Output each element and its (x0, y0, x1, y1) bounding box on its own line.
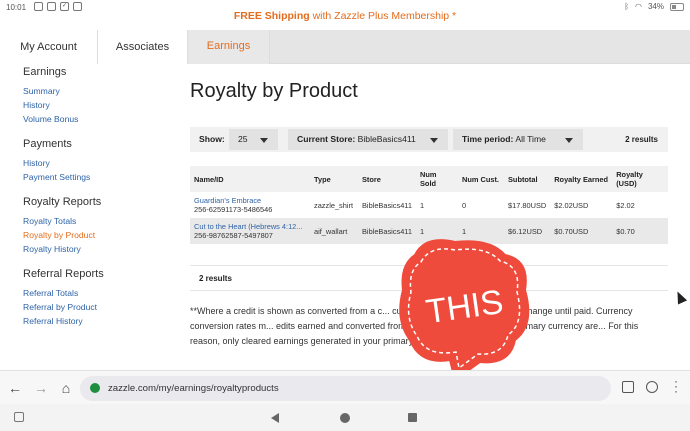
show-select[interactable]: 25 (229, 129, 278, 150)
sidebar: Earnings Summary History Volume Bonus Pa… (23, 66, 173, 340)
this-sticker: THIS (395, 230, 535, 385)
chevron-down-icon (430, 138, 438, 143)
col-name: Name/ID (190, 166, 310, 192)
mouse-cursor-icon (672, 289, 688, 305)
cell-store: BibleBasics411 (358, 192, 416, 218)
sidebar-section-payments: Payments History Payment Settings (23, 138, 173, 184)
sidebar-item-earnings-history[interactable]: History (23, 98, 173, 112)
app-icon[interactable] (14, 412, 24, 422)
cell-num-sold: 1 (416, 192, 458, 218)
filter-bar: Show: 25 Current Store: BibleBasics411 T… (190, 127, 668, 152)
sidebar-item-referral-history[interactable]: Referral History (23, 314, 173, 328)
table-header-row: Name/ID Type Store Num Sold Num Cust. Su… (190, 166, 668, 192)
table-row: Guardian's Embrace 256-62591173-5486546 … (190, 192, 668, 218)
android-nav-bar (0, 404, 690, 431)
browser-toolbar: ← → ⌂ zazzle.com/my/earnings/royaltyprod… (0, 370, 690, 404)
cell-type: aif_wallart (310, 218, 358, 244)
promo-bold: FREE Shipping (233, 10, 310, 22)
secure-shield-icon (90, 383, 100, 393)
col-royalty-usd: Royalty (USD) (612, 166, 668, 192)
chevron-down-icon (565, 138, 573, 143)
col-type: Type (310, 166, 358, 192)
col-num-sold: Num Sold (416, 166, 458, 192)
cell-type: zazzle_shirt (310, 192, 358, 218)
results-count: 2 results (625, 135, 658, 144)
back-icon[interactable] (271, 413, 279, 423)
cell-subtotal: $17.80USD (504, 192, 551, 218)
cell-royalty-earned: $2.02USD (550, 192, 613, 218)
url-text: zazzle.com/my/earnings/royaltyproducts (108, 383, 279, 394)
sidebar-section-royalty: Royalty Reports Royalty Totals Royalty b… (23, 196, 173, 256)
cell-name: Cut to the Heart (Hebrews 4:12... 256-98… (190, 218, 310, 244)
promo-banner[interactable]: FREE Shipping with Zazzle Plus Membershi… (0, 10, 690, 22)
sidebar-item-referral-totals[interactable]: Referral Totals (23, 286, 173, 300)
sidebar-item-referral-by-product[interactable]: Referral by Product (23, 300, 173, 314)
back-arrow-icon[interactable]: ← (6, 379, 24, 397)
tab-earnings[interactable]: Earnings (188, 30, 270, 64)
store-label: Current Store: (297, 134, 356, 144)
sidebar-item-payment-settings[interactable]: Payment Settings (23, 170, 173, 184)
store-value: BibleBasics411 (357, 134, 416, 144)
show-label: Show: (199, 134, 225, 144)
product-id: 256-98762587-5497807 (194, 231, 273, 240)
col-royalty-earned: Royalty Earned (550, 166, 613, 192)
home-circle-icon[interactable] (340, 413, 350, 423)
home-icon[interactable]: ⌂ (57, 379, 75, 397)
account-tabs: My Account Associates Earnings (0, 30, 690, 64)
page-title: Royalty by Product (190, 80, 358, 102)
sidebar-heading-earnings: Earnings (23, 66, 67, 78)
cell-royalty-earned: $0.70USD (550, 218, 613, 244)
cell-royalty-usd: $2.02 (612, 192, 668, 218)
time-label: Time period: (462, 134, 514, 144)
sidebar-heading-payments: Payments (23, 138, 72, 150)
sidebar-heading-referral: Referral Reports (23, 268, 104, 280)
main-content: Royalty by Product Show: 25 Current Stor… (190, 80, 668, 346)
sidebar-item-summary[interactable]: Summary (23, 84, 173, 98)
sidebar-item-royalty-totals[interactable]: Royalty Totals (23, 214, 173, 228)
col-subtotal: Subtotal (504, 166, 551, 192)
show-value: 25 (238, 134, 248, 144)
product-link[interactable]: Cut to the Heart (Hebrews 4:12... (194, 222, 306, 231)
chevron-down-icon (260, 138, 268, 143)
more-menu-icon[interactable]: · · · (674, 375, 680, 397)
time-value: All Time (515, 134, 546, 144)
forward-arrow-icon[interactable]: → (32, 379, 50, 397)
cell-num-cust: 0 (458, 192, 504, 218)
sidebar-section-referral: Referral Reports Referral Totals Referra… (23, 268, 173, 328)
sidebar-item-payments-history[interactable]: History (23, 156, 173, 170)
product-link[interactable]: Guardian's Embrace (194, 196, 306, 205)
tab-my-account[interactable]: My Account (0, 30, 98, 64)
account-icon[interactable] (646, 381, 658, 393)
cell-royalty-usd: $0.70 (612, 218, 668, 244)
recents-icon[interactable] (408, 413, 417, 422)
time-period-select[interactable]: Time period: All Time (453, 129, 583, 150)
product-id: 256-62591173-5486546 (194, 205, 273, 214)
store-select[interactable]: Current Store: BibleBasics411 (288, 129, 448, 150)
url-bar[interactable]: zazzle.com/my/earnings/royaltyproducts (80, 376, 611, 401)
speech-bubble-sticker: THIS (399, 239, 530, 382)
col-num-cust: Num Cust. (458, 166, 504, 192)
tabs-icon[interactable] (622, 381, 634, 393)
sidebar-item-royalty-history[interactable]: Royalty History (23, 242, 173, 256)
cell-name: Guardian's Embrace 256-62591173-5486546 (190, 192, 310, 218)
col-store: Store (358, 166, 416, 192)
sidebar-section-earnings: Earnings Summary History Volume Bonus (23, 66, 173, 126)
sidebar-item-volume-bonus[interactable]: Volume Bonus (23, 112, 173, 126)
sidebar-item-royalty-by-product[interactable]: Royalty by Product (23, 228, 173, 242)
promo-text: with Zazzle Plus Membership * (309, 10, 457, 22)
sidebar-heading-royalty: Royalty Reports (23, 196, 102, 208)
tab-associates[interactable]: Associates (98, 30, 188, 64)
